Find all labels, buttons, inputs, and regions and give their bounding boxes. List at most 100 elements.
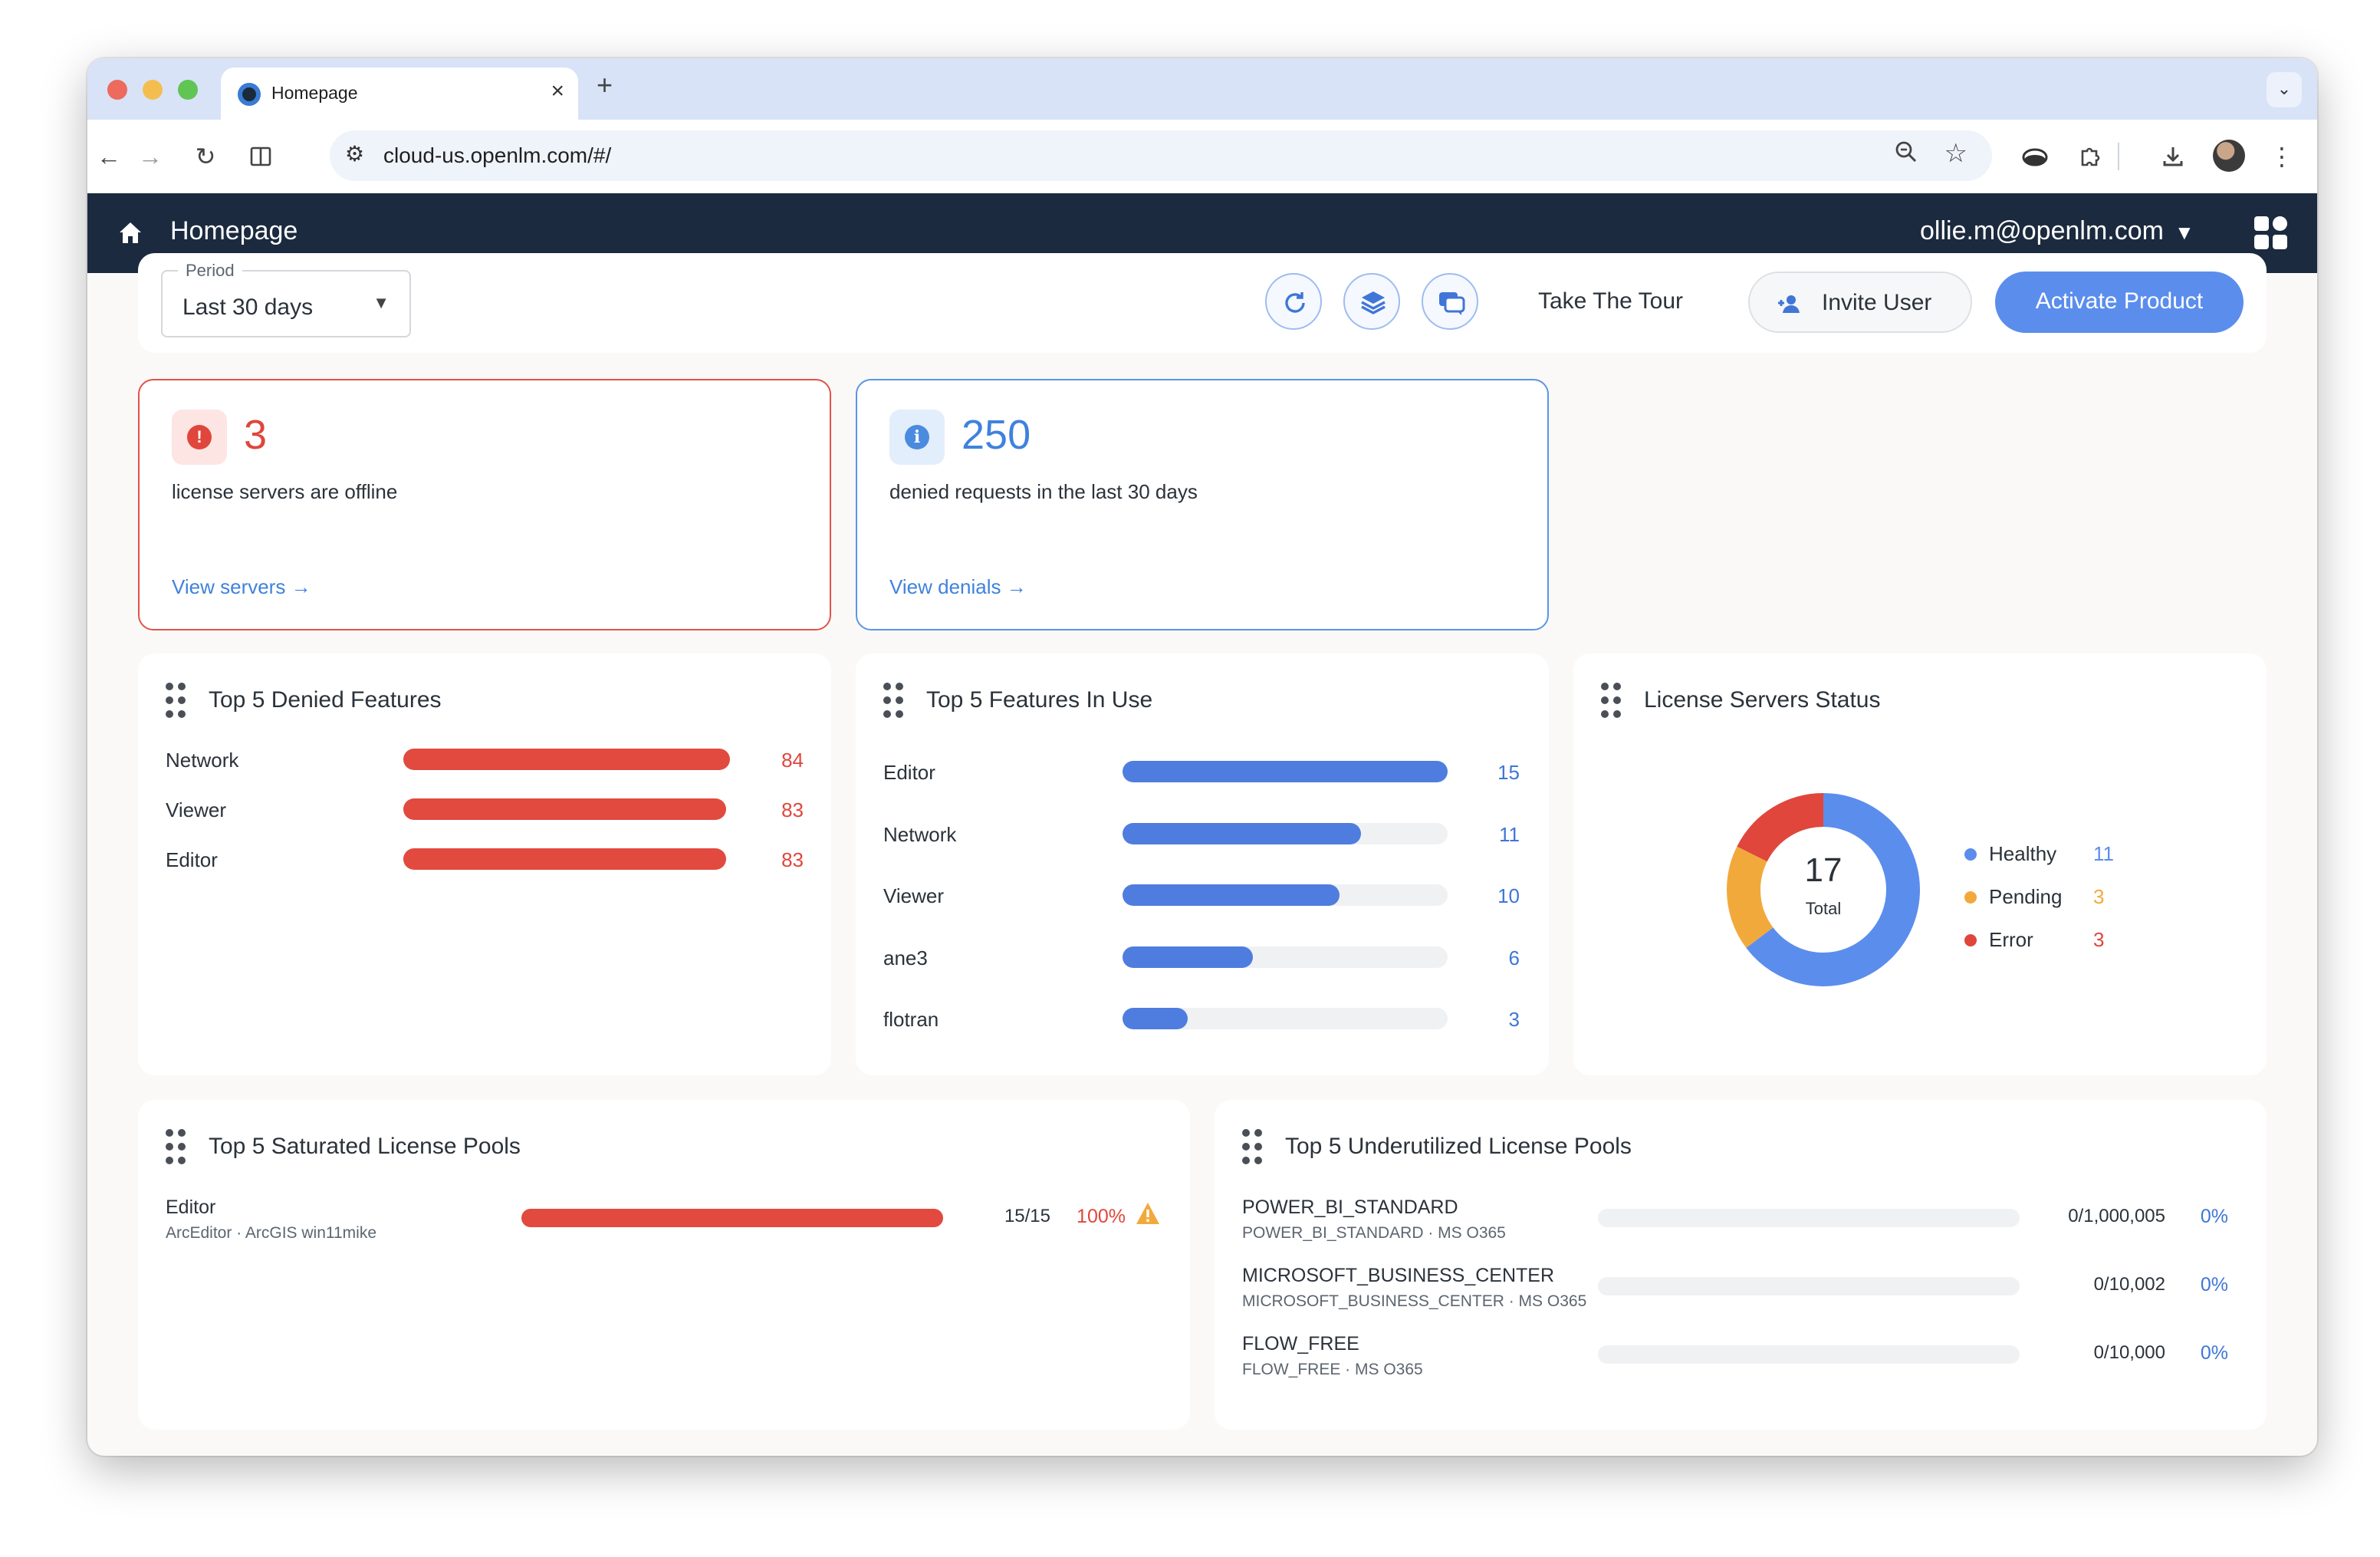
minimize-window-button[interactable]	[143, 80, 163, 100]
download-icon[interactable]	[2155, 138, 2191, 175]
extension-disc-icon[interactable]	[2017, 138, 2053, 175]
feature-bar-track	[1123, 761, 1448, 782]
feature-value: 83	[781, 848, 804, 871]
legend-label: Healthy	[1989, 842, 2057, 865]
page-title: Homepage	[170, 216, 298, 245]
tab-search-chevron-icon[interactable]: ⌄	[2267, 72, 2302, 107]
layers-button[interactable]	[1343, 273, 1400, 330]
drag-handle-icon[interactable]	[1601, 683, 1622, 718]
tab-title: Homepage	[271, 83, 358, 103]
saturated-pool-row[interactable]: Editor ArcEditor · ArcGIS win11mike 15/15 1…	[138, 1197, 1190, 1250]
feature-in-use-row: flotran 3	[856, 1003, 1549, 1034]
back-arrow-icon[interactable]: ←	[90, 138, 127, 175]
zoom-icon[interactable]	[1894, 140, 1918, 170]
site-settings-icon[interactable]: ⚙	[345, 141, 364, 166]
pool-percent: 0%	[2200, 1274, 2228, 1295]
feature-label: Network	[166, 749, 239, 772]
pool-name: MICROSOFT_BUSINESS_CENTER	[1242, 1265, 1555, 1286]
pool-subtitle: MICROSOFT_BUSINESS_CENTER · MS O365	[1242, 1292, 1587, 1310]
feature-value: 10	[1497, 884, 1520, 907]
close-tab-icon[interactable]: ×	[551, 78, 564, 104]
pool-subtitle: POWER_BI_STANDARD · MS O365	[1242, 1224, 1506, 1242]
take-tour-button[interactable]: Take The Tour	[1538, 288, 1683, 314]
pool-count: 15/15	[1004, 1206, 1050, 1226]
pool-percent: 0%	[2200, 1342, 2228, 1364]
pool-bar	[521, 1209, 943, 1227]
pool-percent: 0%	[2200, 1206, 2228, 1227]
caret-down-icon[interactable]: ▼	[2175, 221, 2194, 245]
feature-bar-track	[1123, 1008, 1448, 1029]
denied-requests-card: i 250 denied requests in the last 30 day…	[856, 379, 1549, 630]
user-menu[interactable]: ollie.m@openlm.com	[1920, 216, 2164, 246]
feature-value: 6	[1508, 946, 1520, 969]
new-tab-icon[interactable]: +	[597, 69, 613, 101]
browser-tab[interactable]: Homepage ×	[221, 67, 578, 120]
server-status-donut: 17 Total	[1722, 788, 1925, 991]
feature-label: flotran	[883, 1008, 939, 1031]
chat-support-button[interactable]	[1422, 273, 1478, 330]
pool-bar-track	[1598, 1345, 2020, 1364]
feature-label: Viewer	[883, 884, 945, 907]
toolbar-separator	[2118, 143, 2119, 170]
extensions-puzzle-icon[interactable]	[2072, 138, 2109, 175]
underutilized-pools-widget: Top 5 Underutilized License Pools POWER_…	[1215, 1100, 2267, 1430]
feature-label: ane3	[883, 946, 928, 969]
widget-title: License Servers Status	[1644, 687, 1881, 713]
feature-bar	[1123, 1008, 1188, 1029]
profile-avatar[interactable]	[2213, 140, 2245, 172]
tab-bar: Homepage × + ⌄	[87, 58, 2317, 120]
underutilized-pool-row[interactable]: MICROSOFT_BUSINESS_CENTER MICROSOFT_BUSIN…	[1215, 1265, 2267, 1318]
pool-count: 0/10,002	[2093, 1274, 2165, 1295]
donut-total-label: Total	[1805, 899, 1842, 918]
denied-feature-row: Viewer 83	[138, 794, 831, 825]
pool-bar-track	[1598, 1209, 2020, 1227]
drag-handle-icon[interactable]	[166, 1129, 187, 1164]
split-view-icon[interactable]	[242, 138, 279, 175]
drag-handle-icon[interactable]	[883, 683, 905, 718]
close-window-button[interactable]	[107, 80, 127, 100]
widget-title: Top 5 Underutilized License Pools	[1285, 1134, 1632, 1159]
refresh-button[interactable]	[1265, 273, 1322, 330]
view-denials-link[interactable]: View denials →	[889, 575, 1027, 599]
browser-toolbar: ← → ↻ ⚙ cloud-us.openlm.com/#/ ☆ ⋮	[87, 120, 2317, 193]
reload-icon[interactable]: ↻	[187, 138, 224, 175]
denied-feature-row: Editor 83	[138, 844, 831, 874]
drag-handle-icon[interactable]	[166, 683, 187, 718]
underutilized-pool-row[interactable]: POWER_BI_STANDARD POWER_BI_STANDARD · MS …	[1215, 1197, 2267, 1250]
invite-user-button[interactable]: Invite User	[1748, 272, 1972, 333]
denied-requests-count: 250	[962, 412, 1031, 458]
period-select[interactable]: Period Last 30 days ▼	[161, 261, 411, 337]
feature-value: 84	[781, 749, 804, 772]
forward-arrow-icon[interactable]: →	[132, 138, 169, 175]
error-icon: !	[172, 410, 227, 465]
pool-subtitle: ArcEditor · ArcGIS win11mike	[166, 1224, 377, 1242]
widget-title: Top 5 Features In Use	[926, 687, 1153, 713]
feature-in-use-row: Network 11	[856, 818, 1549, 849]
pool-name: POWER_BI_STANDARD	[1242, 1197, 1458, 1218]
feature-label: Network	[883, 822, 957, 846]
address-bar[interactable]: ⚙ cloud-us.openlm.com/#/ ☆	[330, 130, 1992, 181]
feature-bar	[1123, 946, 1253, 968]
feature-in-use-row: ane3 6	[856, 942, 1549, 973]
view-servers-link[interactable]: View servers →	[172, 575, 311, 599]
offline-servers-card: ! 3 license servers are offline View ser…	[138, 379, 831, 630]
underutilized-pool-row[interactable]: FLOW_FREE FLOW_FREE · MS O365 0/10,000 0%	[1215, 1333, 2267, 1387]
browser-menu-icon[interactable]: ⋮	[2263, 138, 2300, 175]
url-text[interactable]: cloud-us.openlm.com/#/	[383, 143, 611, 168]
app-switcher-grid-icon[interactable]	[2254, 216, 2288, 250]
pool-count: 0/10,000	[2093, 1342, 2165, 1363]
warning-icon	[1135, 1201, 1162, 1227]
home-icon[interactable]	[112, 215, 149, 252]
activate-product-button[interactable]: Activate Product	[1995, 272, 2244, 333]
legend-dot	[1964, 891, 1977, 904]
bookmark-star-icon[interactable]: ☆	[1944, 138, 1967, 169]
legend-dot	[1964, 848, 1977, 861]
period-value[interactable]: Last 30 days	[182, 295, 313, 321]
drag-handle-icon[interactable]	[1242, 1129, 1264, 1164]
caret-down-icon[interactable]: ▼	[373, 293, 390, 313]
feature-in-use-row: Viewer 10	[856, 880, 1549, 910]
feature-bar	[1123, 884, 1340, 906]
feature-label: Editor	[166, 848, 218, 871]
maximize-window-button[interactable]	[178, 80, 198, 100]
donut-total: 17	[1804, 851, 1843, 889]
